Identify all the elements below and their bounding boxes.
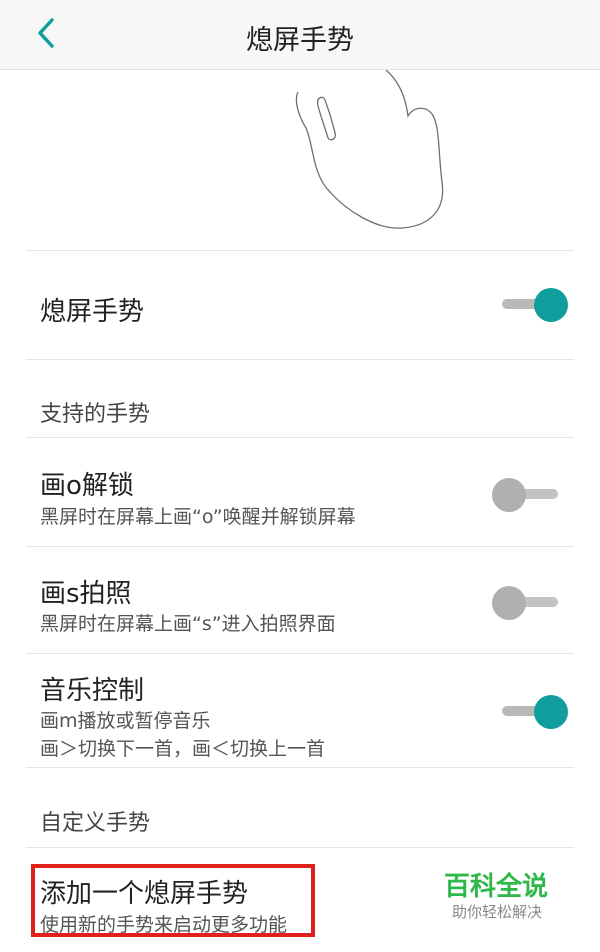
divider — [26, 359, 574, 360]
music-control-title: 音乐控制 — [40, 676, 145, 706]
music-control-desc-2: 画＞切换下一首，画＜切换上一首 — [40, 738, 326, 760]
section-title-supported: 支持的手势 — [40, 402, 151, 427]
hand-gesture-illustration — [295, 70, 444, 229]
toggle-knob — [492, 586, 526, 620]
section-title-custom: 自定义手势 — [40, 811, 151, 836]
music-control-toggle[interactable] — [500, 691, 570, 731]
divider — [26, 437, 574, 438]
divider — [26, 653, 574, 654]
main-toggle-label: 熄屏手势 — [40, 297, 145, 327]
divider — [26, 767, 574, 768]
main-gesture-toggle[interactable] — [500, 284, 570, 324]
gesture-o-title: 画o解锁 — [40, 471, 134, 501]
gesture-s-toggle[interactable] — [492, 582, 562, 622]
gesture-s-title: 画s拍照 — [40, 579, 132, 609]
watermark-title: 百科全说 — [444, 872, 549, 902]
gesture-o-desc: 黑屏时在屏幕上画“o”唤醒并解锁屏幕 — [40, 506, 356, 528]
toggle-knob — [534, 695, 568, 729]
divider — [26, 847, 574, 848]
top-bar: 熄屏手势 — [0, 0, 600, 70]
divider — [26, 250, 574, 251]
watermark-subtitle: 助你轻松解决 — [452, 903, 543, 921]
gesture-o-toggle[interactable] — [492, 474, 562, 514]
highlight-box — [31, 864, 315, 937]
divider — [26, 546, 574, 547]
gesture-s-desc: 黑屏时在屏幕上画“s”进入拍照界面 — [40, 613, 336, 635]
music-control-desc: 画m播放或暂停音乐 — [40, 710, 211, 732]
page-title: 熄屏手势 — [246, 25, 354, 56]
toggle-knob — [534, 288, 568, 322]
toggle-knob — [492, 478, 526, 512]
